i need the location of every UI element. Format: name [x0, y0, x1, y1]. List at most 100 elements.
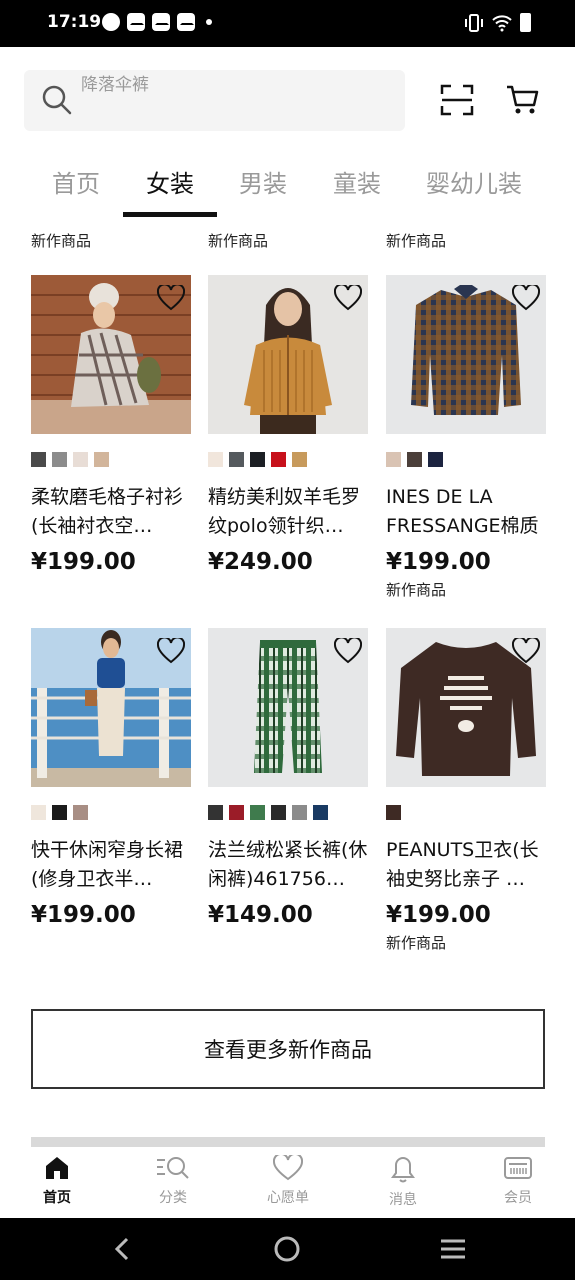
color-swatch[interactable]: [94, 452, 109, 467]
tab-women[interactable]: 女装: [146, 164, 194, 199]
product-card[interactable]: PEANUTS卫衣(长袖史努比亲子 … ¥199.00 新作商品: [386, 628, 546, 953]
product-price: ¥249.00: [208, 549, 313, 575]
banner-image[interactable]: [31, 1137, 545, 1147]
view-more-new-items-button[interactable]: 查看更多新作商品: [31, 1009, 545, 1089]
product-name[interactable]: 柔软磨毛格子衬衫(长袖衬衣空…: [31, 483, 191, 541]
product-image[interactable]: [208, 628, 368, 787]
color-swatch[interactable]: [271, 452, 286, 467]
color-swatch[interactable]: [31, 805, 46, 820]
color-swatches: [208, 805, 368, 820]
mail-icon: [152, 13, 170, 31]
search-icon: [42, 85, 72, 115]
nav-wishlist[interactable]: 心愿单: [248, 1152, 328, 1207]
app-notification-icon: [102, 13, 120, 31]
color-swatch[interactable]: [271, 805, 286, 820]
recents-menu-icon[interactable]: [439, 1238, 467, 1260]
mail-icon: [127, 13, 145, 31]
back-icon[interactable]: [112, 1237, 132, 1261]
product-image[interactable]: [208, 275, 368, 434]
color-swatch[interactable]: [250, 805, 265, 820]
more-notifications-icon: [206, 19, 212, 25]
color-swatches: [386, 805, 546, 820]
color-swatches: [386, 452, 546, 467]
battery-icon: [520, 13, 531, 32]
cart-button[interactable]: [505, 84, 539, 120]
home-icon: [46, 1157, 68, 1179]
color-swatch[interactable]: [208, 805, 223, 820]
product-image[interactable]: [31, 275, 191, 434]
color-swatch[interactable]: [208, 452, 223, 467]
wishlist-heart-icon[interactable]: [157, 285, 185, 311]
color-swatches: [208, 452, 368, 467]
tab-kids[interactable]: 童装: [333, 164, 381, 199]
color-swatch[interactable]: [73, 452, 88, 467]
product-name[interactable]: 精纺美利奴羊毛罗纹polo领针织…: [208, 483, 368, 541]
product-card[interactable]: 精纺美利奴羊毛罗纹polo领针织… ¥249.00: [208, 275, 368, 575]
product-price: ¥199.00: [386, 549, 491, 575]
heart-icon: [272, 1152, 304, 1181]
nav-home[interactable]: 首页: [17, 1155, 97, 1207]
color-swatch[interactable]: [386, 452, 401, 467]
new-item-badge: 新作商品: [31, 232, 92, 250]
product-image[interactable]: [31, 628, 191, 787]
active-tab-indicator: [123, 212, 217, 217]
color-swatch[interactable]: [428, 452, 443, 467]
bottom-nav: 首页 分类 心愿单 消息 会员: [0, 1147, 575, 1218]
wishlist-heart-icon[interactable]: [334, 285, 362, 311]
color-swatch[interactable]: [52, 805, 67, 820]
product-card[interactable]: INES DE LA FRESSANGE棉质格… ¥199.00 新作商品: [386, 275, 546, 600]
search-input[interactable]: 降落伞裤: [24, 70, 405, 131]
color-swatch[interactable]: [31, 452, 46, 467]
tab-home[interactable]: 首页: [52, 164, 100, 199]
notification-icons: [102, 13, 212, 31]
color-swatch[interactable]: [292, 452, 307, 467]
tab-men[interactable]: 男装: [239, 164, 287, 199]
new-item-badge: 新作商品: [386, 232, 447, 250]
product-image[interactable]: [386, 275, 546, 434]
product-card[interactable]: 柔软磨毛格子衬衫(长袖衬衣空… ¥199.00: [31, 275, 191, 575]
color-swatch[interactable]: [292, 805, 307, 820]
tab-baby[interactable]: 婴幼儿装: [426, 164, 522, 199]
wishlist-heart-icon[interactable]: [512, 638, 540, 664]
wishlist-heart-icon[interactable]: [334, 638, 362, 664]
product-price: ¥199.00: [31, 902, 136, 928]
color-swatch[interactable]: [73, 805, 88, 820]
product-price: ¥199.00: [31, 549, 136, 575]
product-name[interactable]: PEANUTS卫衣(长袖史努比亲子 …: [386, 836, 546, 894]
status-bar: 17:19: [0, 0, 575, 47]
nav-category[interactable]: 分类: [133, 1155, 213, 1207]
color-swatch[interactable]: [407, 452, 422, 467]
category-tabs: 首页 女装 男装 童装 婴幼儿装: [0, 160, 575, 220]
new-item-badge: 新作商品: [386, 934, 447, 952]
member-card-icon: [504, 1157, 532, 1179]
product-image[interactable]: [386, 628, 546, 787]
product-card[interactable]: 法兰绒松紧长裤(休闲裤)461756… ¥149.00: [208, 628, 368, 928]
product-name[interactable]: INES DE LA FRESSANGE棉质格…: [386, 483, 546, 541]
product-price: ¥149.00: [208, 902, 313, 928]
new-item-badge: 新作商品: [208, 232, 269, 250]
nav-messages[interactable]: 消息: [363, 1155, 443, 1209]
nav-label: 会员: [504, 1190, 532, 1206]
product-name[interactable]: 法兰绒松紧长裤(休闲裤)461756…: [208, 836, 368, 894]
product-card[interactable]: 快干休闲窄身长裙(修身卫衣半… ¥199.00: [31, 628, 191, 928]
cart-icon: [507, 85, 539, 114]
wishlist-heart-icon[interactable]: [512, 285, 540, 311]
color-swatch[interactable]: [52, 452, 67, 467]
home-circle-icon[interactable]: [274, 1236, 300, 1262]
color-swatch[interactable]: [229, 452, 244, 467]
product-name[interactable]: 快干休闲窄身长裙(修身卫衣半…: [31, 836, 191, 894]
search-placeholder: 降落伞裤: [81, 75, 149, 95]
color-swatches: [31, 452, 191, 467]
color-swatches: [31, 805, 191, 820]
nav-member[interactable]: 会员: [478, 1155, 558, 1207]
color-swatch[interactable]: [386, 805, 401, 820]
scan-button[interactable]: [440, 84, 474, 120]
mail-icon: [177, 13, 195, 31]
color-swatch[interactable]: [229, 805, 244, 820]
color-swatch[interactable]: [250, 452, 265, 467]
nav-label: 心愿单: [267, 1190, 309, 1206]
status-time: 17:19: [47, 12, 102, 32]
color-swatch[interactable]: [313, 805, 328, 820]
wishlist-heart-icon[interactable]: [157, 638, 185, 664]
wifi-icon: [492, 14, 512, 31]
